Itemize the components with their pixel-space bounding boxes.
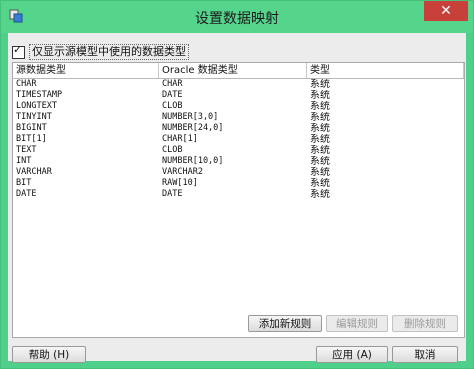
table-row[interactable]: TEXT CLOB 系统 xyxy=(13,145,464,156)
data-mapping-table: 源数据类型 Oracle 数据类型 类型 CHAR CHAR 系统 TIMESTAMP… xyxy=(12,62,465,338)
column-header-oracle-type[interactable]: Oracle 数据类型 xyxy=(159,63,307,78)
table-row[interactable]: TINYINT NUMBER[3,0] 系统 xyxy=(13,112,464,123)
cell-kind[interactable]: 系统 xyxy=(307,79,464,90)
cell-source-type[interactable]: LONGTEXT xyxy=(13,101,159,112)
show-used-types-checkbox-row[interactable]: 仅显示源模型中使用的数据类型 xyxy=(12,43,189,60)
help-button[interactable]: 帮助 (H) xyxy=(12,346,86,363)
cell-oracle-type[interactable]: NUMBER[3,0] xyxy=(159,112,307,123)
apply-button[interactable]: 应用 (A) xyxy=(316,346,388,363)
table-row[interactable]: VARCHAR VARCHAR2 系统 xyxy=(13,167,464,178)
delete-rule-button[interactable]: 删除规则 xyxy=(392,315,458,332)
show-used-types-checkbox[interactable] xyxy=(12,43,25,59)
column-header-source-type[interactable]: 源数据类型 xyxy=(13,63,159,78)
table-row[interactable]: TIMESTAMP DATE 系统 xyxy=(13,90,464,101)
cell-kind[interactable]: 系统 xyxy=(307,189,464,200)
cell-source-type[interactable]: CHAR xyxy=(13,79,159,90)
add-rule-button[interactable]: 添加新规则 xyxy=(248,315,322,332)
table-row[interactable]: BIT[1] CHAR[1] 系统 xyxy=(13,134,464,145)
cell-source-type[interactable]: BIT xyxy=(13,178,159,189)
dialog-body: 仅显示源模型中使用的数据类型 源数据类型 Oracle 数据类型 类型 CHAR… xyxy=(8,33,466,363)
cell-oracle-type[interactable]: DATE xyxy=(159,189,307,200)
table-row[interactable]: LONGTEXT CLOB 系统 xyxy=(13,101,464,112)
cell-oracle-type[interactable]: CLOB xyxy=(159,101,307,112)
cell-oracle-type[interactable]: CLOB xyxy=(159,145,307,156)
cell-source-type[interactable]: INT xyxy=(13,156,159,167)
table-row[interactable]: CHAR CHAR 系统 xyxy=(13,79,464,90)
column-header-kind[interactable]: 类型 xyxy=(307,63,464,78)
cell-kind[interactable]: 系统 xyxy=(307,101,464,112)
cell-oracle-type[interactable]: CHAR[1] xyxy=(159,134,307,145)
close-button[interactable]: ✕ xyxy=(424,1,468,21)
table-row[interactable]: BIT RAW[10] 系统 xyxy=(13,178,464,189)
table-row[interactable]: DATE DATE 系统 xyxy=(13,189,464,200)
cell-oracle-type[interactable]: NUMBER[10,0] xyxy=(159,156,307,167)
cell-oracle-type[interactable]: DATE xyxy=(159,90,307,101)
cell-source-type[interactable]: TEXT xyxy=(13,145,159,156)
title-bar[interactable]: 设置数据映射 ✕ xyxy=(1,1,473,33)
cell-kind[interactable]: 系统 xyxy=(307,112,464,123)
cell-oracle-type[interactable]: CHAR xyxy=(159,79,307,90)
cell-oracle-type[interactable]: VARCHAR2 xyxy=(159,167,307,178)
cell-kind[interactable]: 系统 xyxy=(307,145,464,156)
cell-source-type[interactable]: BIGINT xyxy=(13,123,159,134)
cell-source-type[interactable]: TIMESTAMP xyxy=(13,90,159,101)
cell-kind[interactable]: 系统 xyxy=(307,167,464,178)
cell-kind[interactable]: 系统 xyxy=(307,178,464,189)
cell-oracle-type[interactable]: RAW[10] xyxy=(159,178,307,189)
table-header: 源数据类型 Oracle 数据类型 类型 xyxy=(13,63,464,79)
cell-source-type[interactable]: TINYINT xyxy=(13,112,159,123)
cell-source-type[interactable]: BIT[1] xyxy=(13,134,159,145)
cell-kind[interactable]: 系统 xyxy=(307,156,464,167)
cell-kind[interactable]: 系统 xyxy=(307,90,464,101)
edit-rule-button[interactable]: 编辑规则 xyxy=(326,315,388,332)
show-used-types-label[interactable]: 仅显示源模型中使用的数据类型 xyxy=(29,44,189,60)
cell-kind[interactable]: 系统 xyxy=(307,134,464,145)
cell-source-type[interactable]: VARCHAR xyxy=(13,167,159,178)
table-row[interactable]: INT NUMBER[10,0] 系统 xyxy=(13,156,464,167)
cell-oracle-type[interactable]: NUMBER[24,0] xyxy=(159,123,307,134)
table-row[interactable]: BIGINT NUMBER[24,0] 系统 xyxy=(13,123,464,134)
cell-kind[interactable]: 系统 xyxy=(307,123,464,134)
cancel-button[interactable]: 取消 xyxy=(392,346,458,363)
window-title: 设置数据映射 xyxy=(195,11,279,27)
table-body: CHAR CHAR 系统 TIMESTAMP DATE 系统 LONGTEXT CLOB 系统 T… xyxy=(13,79,464,200)
cell-source-type[interactable]: DATE xyxy=(13,189,159,200)
dialog-window: 设置数据映射 ✕ 仅显示源模型中使用的数据类型 源数据类型 Oracle 数据类… xyxy=(0,0,474,369)
